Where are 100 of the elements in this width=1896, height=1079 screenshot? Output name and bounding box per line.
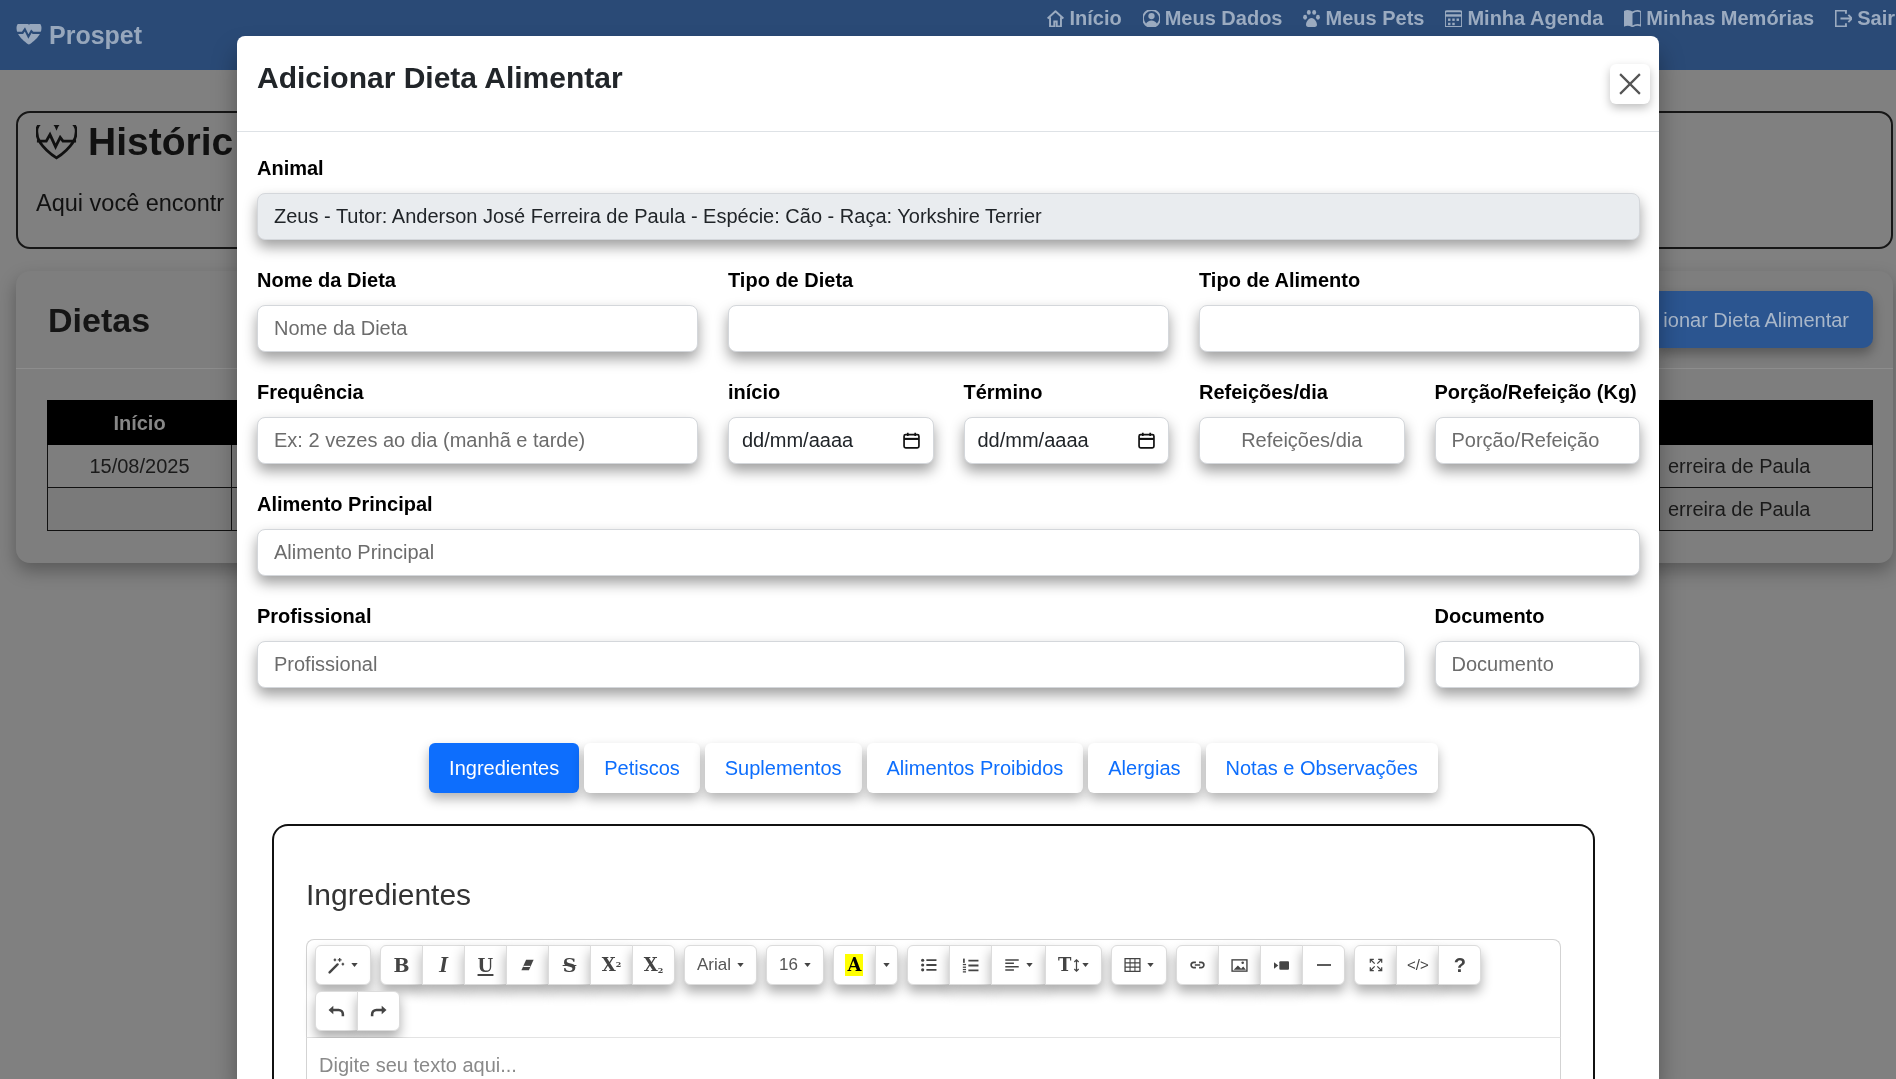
numbered-list-icon [961,957,979,973]
input-field[interactable]: Ex: 2 vezes ao dia (manhã e tarde) [257,417,698,464]
tab[interactable]: Alimentos Proibidos [866,743,1084,793]
field-label: Frequência [257,380,365,404]
nav-link[interactable]: Minhas Memórias [1624,6,1815,30]
superscript-button[interactable]: X$^{2}$ [590,945,633,985]
exit-icon [1835,9,1853,27]
tab[interactable]: Petiscos [584,743,700,793]
input-field[interactable] [728,305,1169,352]
field-label: Porção/Refeição (Kg) [1434,380,1638,404]
field-label: Profissional [257,604,373,628]
bold-button[interactable]: B [380,945,423,985]
caret-icon [1082,963,1090,967]
table-icon [1124,958,1142,972]
input-field[interactable]: Profissional [257,641,1405,688]
tab[interactable]: Alergias [1088,743,1201,793]
link-icon [1189,961,1207,969]
caret-icon [882,963,890,967]
align-dropdown[interactable] [990,945,1046,985]
nav-link[interactable]: Minha Agenda [1445,6,1604,30]
horizontal-line-icon [1316,964,1331,966]
input-field[interactable]: Porção/Refeição [1434,417,1640,464]
redo-icon [370,1005,387,1017]
caret-icon [803,963,811,967]
style-button[interactable] [315,945,371,985]
brand-link[interactable]: Prospet [16,20,143,50]
undo-icon [328,1005,345,1017]
section-title: Dietas [48,299,151,340]
caret-icon [351,963,358,967]
input-field[interactable]: Documento [1434,641,1640,688]
heart-pulse-icon [16,24,42,46]
video-button[interactable] [1260,945,1304,985]
field-label: início [728,380,782,404]
link-button[interactable] [1176,945,1220,985]
table-dropdown[interactable] [1111,945,1168,985]
code-view-button[interactable]: </> [1396,945,1440,985]
subscript-button[interactable]: X$_{2}$ [632,945,675,985]
up-down-arrow-icon [1073,957,1081,973]
italic-button[interactable]: I [422,945,465,985]
field-label: Animal [257,156,325,180]
text-editor-field[interactable]: Digite seu texto aqui... [306,1038,1561,1079]
line-height-dropdown[interactable]: T [1044,945,1103,985]
nav-link[interactable]: Sair [1835,6,1895,30]
heart-pulse-icon [36,124,77,160]
numbered-list-button[interactable] [948,945,992,985]
picture-icon [1231,958,1249,972]
field-label: Alimento Principal [257,492,434,516]
modal-title: Adicionar Dieta Alimentar [257,60,623,96]
undo-button[interactable] [315,991,358,1031]
magic-wand-icon [328,956,345,974]
highlight-button[interactable]: A [832,945,876,985]
person-icon [1142,9,1160,27]
input-field[interactable] [1199,305,1640,352]
input-field[interactable]: Nome da Dieta [257,305,698,352]
date-field[interactable]: dd/mm/aaaa [728,417,934,464]
color-dropdown-button[interactable] [874,945,898,985]
align-left-icon [1003,959,1020,971]
input-field[interactable]: Alimento Principal [257,529,1640,576]
caret-icon [1025,963,1033,967]
number-field[interactable]: Refeições/dia [1199,417,1405,464]
table-cell: erreira de Paula [1659,487,1873,531]
field-label: Documento [1434,604,1546,628]
table-header-cell: Início [47,400,232,445]
underline-button[interactable]: U [464,945,507,985]
house-icon [1047,9,1065,27]
font-size-dropdown[interactable]: 16 [766,945,824,985]
help-button[interactable]: ? [1438,945,1482,985]
field-label: Nome da Dieta [257,268,397,292]
video-icon [1274,960,1290,970]
field-label: Tipo de Alimento [1199,268,1362,292]
date-field[interactable]: dd/mm/aaaa [963,417,1169,464]
caret-icon [1147,963,1155,967]
nav-link[interactable]: Meus Dados [1142,6,1283,30]
bullet-list-icon [919,958,937,972]
bullet-list-button[interactable] [906,945,950,985]
page-title: Históric [88,119,234,165]
add-diet-button[interactable]: ionar Dieta Alimentar [1657,291,1873,348]
font-family-dropdown[interactable]: Arial [684,945,757,985]
close-icon [1619,73,1641,95]
field-label: Término [963,380,1044,404]
card-text: Aqui você encontr [36,189,225,218]
calendar-icon [902,432,920,449]
close-button[interactable] [1610,64,1650,104]
calendar-icon [1445,9,1463,27]
caret-icon [737,963,744,967]
field-label: Tipo de Dieta [728,268,855,292]
table-cell: 15/08/2025 [47,444,232,488]
book-icon [1624,9,1642,27]
redo-button[interactable] [357,991,400,1031]
tab[interactable]: Suplementos [704,743,862,793]
clear-format-button[interactable] [506,945,549,985]
calendar-icon [1138,432,1155,449]
fullscreen-button[interactable] [1354,945,1398,985]
tab[interactable]: Ingredientes [429,743,580,793]
nav-link[interactable]: Início [1047,6,1122,30]
strikethrough-button[interactable]: S [548,945,591,985]
expand-arrows-icon [1368,958,1383,972]
nav-link[interactable]: Meus Pets [1303,6,1425,30]
picture-button[interactable] [1218,945,1262,985]
tab[interactable]: Notas e Observações [1205,743,1438,793]
